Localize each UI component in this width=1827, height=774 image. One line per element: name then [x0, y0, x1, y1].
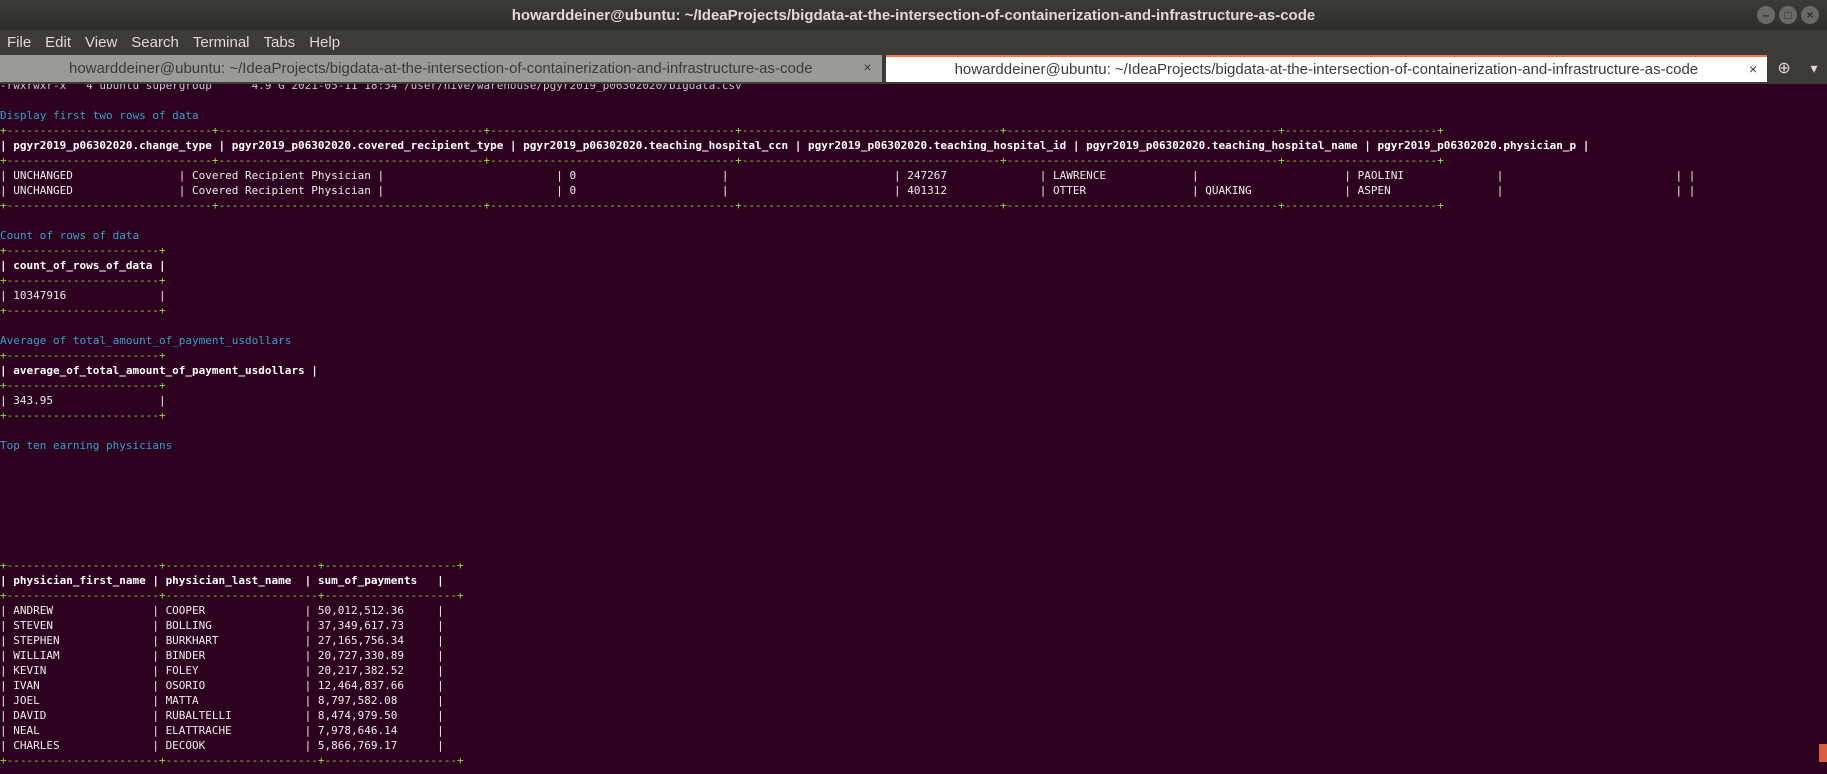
- terminal-line-border: +-----------------------+---------------…: [0, 754, 464, 767]
- menu-bar: File Edit View Search Terminal Tabs Help: [0, 30, 1827, 54]
- terminal-line-row: | UNCHANGED | Covered Recipient Physicia…: [0, 184, 1696, 197]
- menu-tabs[interactable]: Tabs: [257, 34, 303, 51]
- menu-view[interactable]: View: [78, 34, 124, 51]
- tab-label: howarddeiner@ubuntu: ~/IdeaProjects/bigd…: [954, 61, 1699, 78]
- terminal-line-label: Average of total_amount_of_payment_usdol…: [0, 334, 292, 347]
- terminal-line-row: | CHARLES | DECOOK | 5,866,769.17 |: [0, 739, 444, 752]
- terminal-line-row: | KEVIN | FOLEY | 20,217,382.52 |: [0, 664, 444, 677]
- maximize-icon[interactable]: □: [1779, 6, 1797, 24]
- terminal-line-row: | STEPHEN | BURKHART | 27,165,756.34 |: [0, 634, 444, 647]
- minimize-icon[interactable]: –: [1757, 6, 1775, 24]
- tab-close-icon[interactable]: ×: [863, 59, 871, 75]
- terminal-lines: -rwxrwxr-x 4 ubuntu supergroup 4.9 G 202…: [0, 84, 1695, 768]
- tab-terminal-1[interactable]: howarddeiner@ubuntu: ~/IdeaProjects/bigd…: [0, 55, 882, 82]
- new-tab-icon[interactable]: ⊕: [1767, 54, 1801, 82]
- terminal-window: howarddeiner@ubuntu: ~/IdeaProjects/bigd…: [0, 0, 1827, 774]
- terminal-line-label: Count of rows of data: [0, 229, 140, 242]
- terminal-line-row: | UNCHANGED | Covered Recipient Physicia…: [0, 169, 1696, 182]
- terminal-line-row: | WILLIAM | BINDER | 20,727,330.89 |: [0, 649, 444, 662]
- terminal-line-header: | pgyr2019_p06302020.change_type | pgyr2…: [0, 139, 1590, 152]
- terminal-line-row: | DAVID | RUBALTELLI | 8,474,979.50 |: [0, 709, 444, 722]
- tab-label: howarddeiner@ubuntu: ~/IdeaProjects/bigd…: [69, 60, 813, 77]
- terminal-line-row: | JOEL | MATTA | 8,797,582.08 |: [0, 694, 444, 707]
- menu-search[interactable]: Search: [124, 34, 186, 51]
- terminal-line-border: +-----------------------+: [0, 304, 166, 317]
- menu-edit[interactable]: Edit: [38, 34, 78, 51]
- terminal-line-border: +-------------------------------+-------…: [0, 154, 1444, 167]
- menu-help[interactable]: Help: [302, 34, 347, 51]
- scroll-indicator: [1819, 744, 1827, 762]
- terminal-line-dim: -rwxrwxr-x 4 ubuntu supergroup 4.9 G 202…: [0, 84, 742, 92]
- window-title: howarddeiner@ubuntu: ~/IdeaProjects/bigd…: [511, 6, 1316, 24]
- terminal-line-row: | ANDREW | COOPER | 50,012,512.36 |: [0, 604, 444, 617]
- terminal-line-row: | NEAL | ELATTRACHE | 7,978,646.14 |: [0, 724, 444, 737]
- tab-terminal-2[interactable]: howarddeiner@ubuntu: ~/IdeaProjects/bigd…: [885, 55, 1768, 82]
- terminal-output[interactable]: -rwxrwxr-x 4 ubuntu supergroup 4.9 G 202…: [0, 84, 1827, 774]
- terminal-line-border: +-----------------------+: [0, 409, 166, 422]
- title-bar: howarddeiner@ubuntu: ~/IdeaProjects/bigd…: [0, 0, 1827, 30]
- terminal-line-label: Top ten earning physicians: [0, 439, 173, 452]
- tab-menu-icon[interactable]: ▾: [1801, 54, 1827, 82]
- terminal-line-row: | 343.95 |: [0, 394, 166, 407]
- terminal-line-header: | count_of_rows_of_data |: [0, 259, 166, 272]
- terminal-line-border: +-------------------------------+-------…: [0, 124, 1444, 137]
- terminal-line-border: +-----------------------+: [0, 274, 166, 287]
- tab-close-icon[interactable]: ×: [1749, 61, 1757, 77]
- terminal-line-row: | STEVEN | BOLLING | 37,349,617.73 |: [0, 619, 444, 632]
- terminal-line-border: +-----------------------+---------------…: [0, 589, 464, 602]
- terminal-line-border: +-------------------------------+-------…: [0, 199, 1444, 212]
- terminal-line-label: Display first two rows of data: [0, 109, 199, 122]
- terminal-line-border: +-----------------------+: [0, 349, 166, 362]
- tab-bar: howarddeiner@ubuntu: ~/IdeaProjects/bigd…: [0, 54, 1827, 84]
- close-icon[interactable]: ×: [1801, 6, 1819, 24]
- window-controls: – □ ×: [1757, 6, 1819, 24]
- menu-file[interactable]: File: [0, 34, 38, 51]
- terminal-line-header: | average_of_total_amount_of_payment_usd…: [0, 364, 318, 377]
- terminal-line-border: +-----------------------+: [0, 244, 166, 257]
- terminal-line-row: | 10347916 |: [0, 289, 166, 302]
- terminal-line-border: +-----------------------+---------------…: [0, 559, 464, 572]
- terminal-line-header: | physician_first_name | physician_last_…: [0, 574, 444, 587]
- terminal-line-border: +-----------------------+: [0, 379, 166, 392]
- terminal-line-row: | IVAN | OSORIO | 12,464,837.66 |: [0, 679, 444, 692]
- menu-terminal[interactable]: Terminal: [186, 34, 257, 51]
